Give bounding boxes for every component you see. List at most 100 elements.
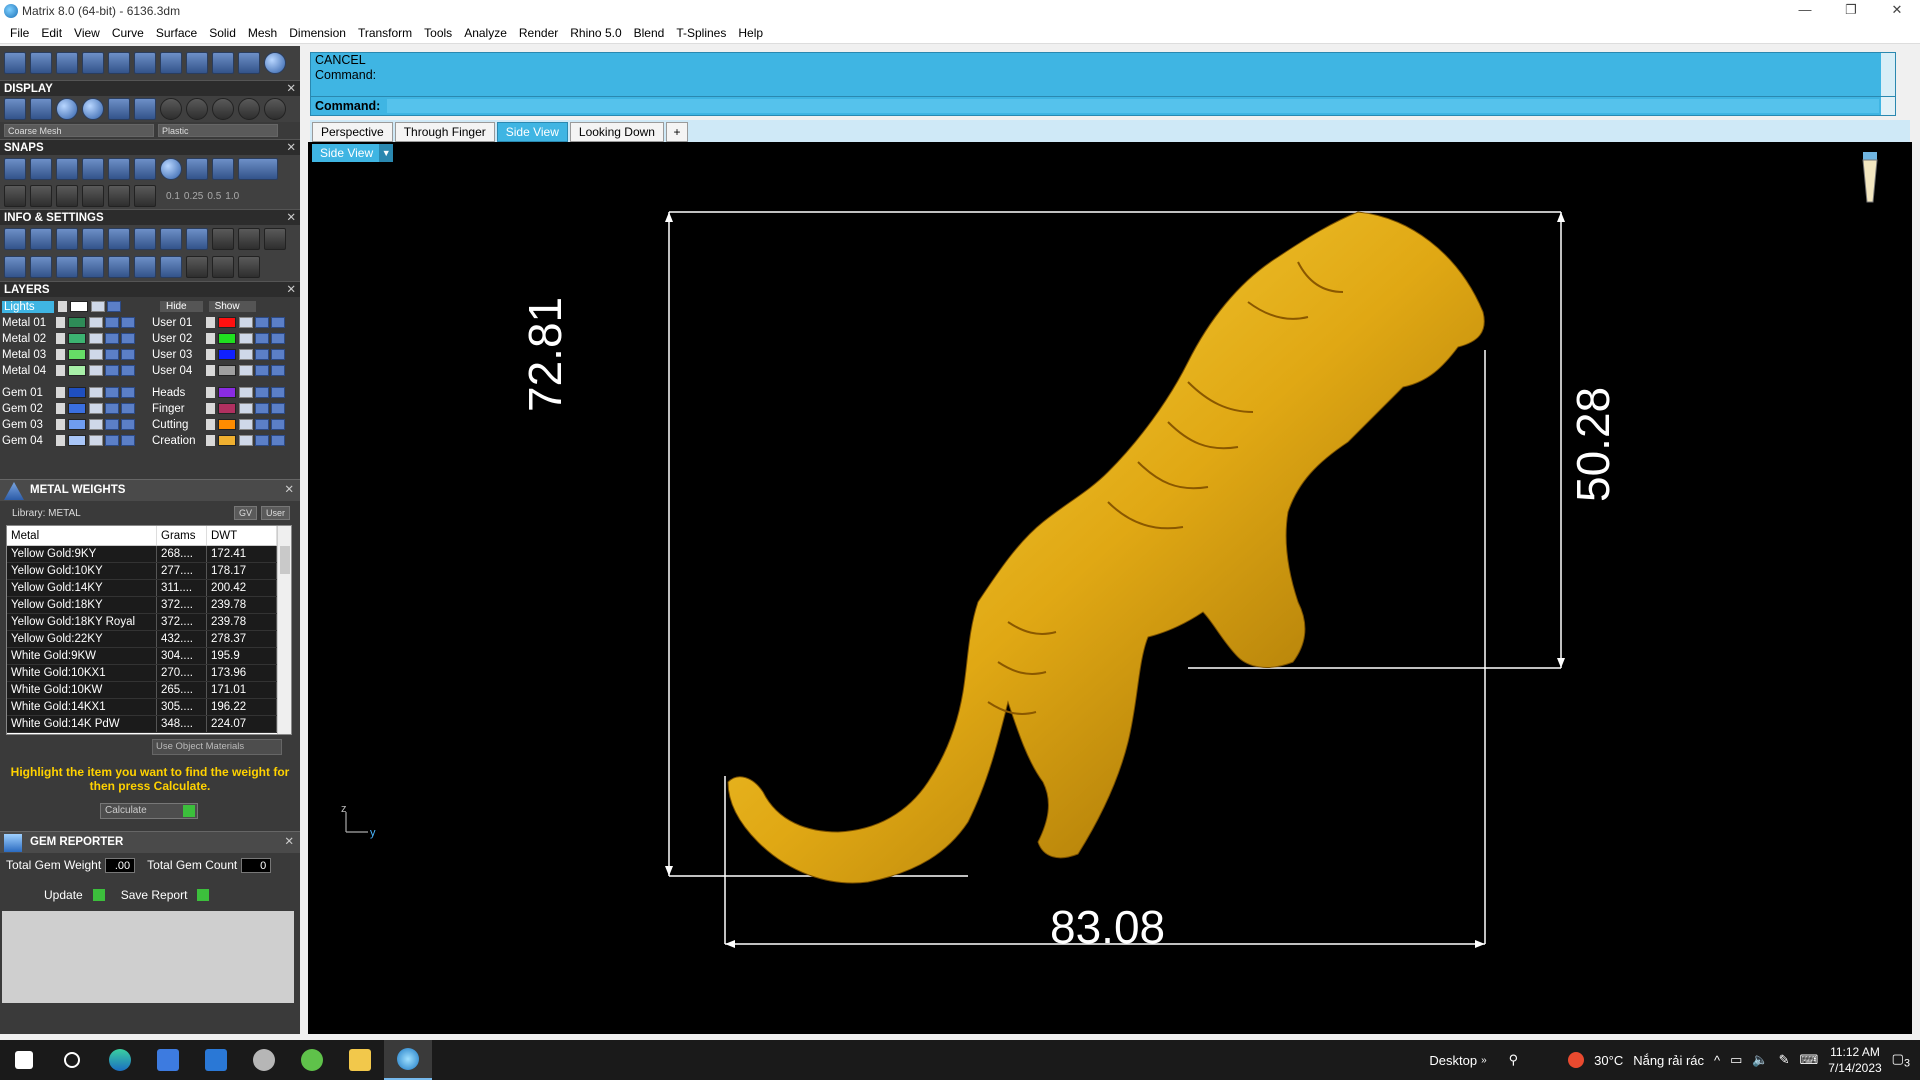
tool-a-icon[interactable] [212,228,234,250]
layer-name[interactable]: Metal 03 [2,349,56,361]
table-row[interactable]: Yellow Gold:10KY 277.... 178.17 [7,563,291,580]
layer-color-swatch[interactable] [218,435,236,446]
layer-name[interactable]: Gem 03 [2,419,56,431]
measure-icon[interactable] [134,228,156,250]
layer-row[interactable]: Gem 03 [2,417,137,432]
close-icon[interactable]: ✕ [286,81,296,97]
lock-icon[interactable] [89,333,103,344]
layer-row[interactable]: Cutting [152,417,287,432]
table-scrollbar[interactable] [277,526,291,734]
edit-icon[interactable] [160,228,182,250]
windows-start-icon[interactable] [0,1040,48,1080]
ortho-icon[interactable] [30,185,52,207]
table-row[interactable]: Yellow Gold:18KY 372.... 239.78 [7,597,291,614]
lock-icon[interactable] [89,387,103,398]
clock[interactable]: 11:12 AM 7/14/2023 [1828,1044,1881,1076]
network-icon[interactable]: ▭ [1730,1052,1742,1068]
notification-icon[interactable]: ▢3 [1892,1051,1910,1070]
layer-name[interactable]: Creation [152,435,206,447]
visibility-icon[interactable] [105,333,119,344]
arrow-icon[interactable] [56,419,65,430]
volume-icon[interactable]: 🔈 [1752,1052,1768,1068]
select-icon[interactable] [121,349,135,360]
snap-tan-icon[interactable] [186,158,208,180]
layer-color-swatch[interactable] [68,419,86,430]
copy-tool-icon[interactable] [134,52,156,74]
lock-icon[interactable] [89,403,103,414]
select-icon[interactable] [271,435,285,446]
arrow-icon[interactable] [58,301,67,312]
stack-icon[interactable] [56,256,78,278]
command-input[interactable] [387,99,1879,113]
tool-f-icon[interactable] [238,256,260,278]
use-object-materials-field[interactable]: Use Object Materials [152,739,282,755]
minimize-button[interactable]: — [1782,0,1828,22]
lock-icon[interactable] [89,349,103,360]
layer-row[interactable]: User 02 [152,331,287,346]
layer-row[interactable]: Gem 02 [2,401,137,416]
arrow-icon[interactable] [56,403,65,414]
layer-row[interactable]: Metal 02 [2,331,137,346]
planar-icon[interactable] [56,185,78,207]
select-icon[interactable] [271,403,285,414]
people-icon[interactable]: ⚲ [1509,1052,1519,1068]
layer-row[interactable]: Gem 04 [2,433,137,448]
select-icon[interactable] [271,419,285,430]
arrow-icon[interactable] [206,403,215,414]
menu-blend[interactable]: Blend [628,26,671,40]
menu-dimension[interactable]: Dimension [283,26,352,40]
layer-color-swatch[interactable] [218,419,236,430]
gv-toggle[interactable]: GV [233,506,257,520]
report-icon[interactable] [160,256,182,278]
hide-button[interactable]: Hide [160,301,203,312]
weather-text[interactable]: Nắng rải rác [1633,1053,1704,1068]
material-silver-icon[interactable] [186,98,208,120]
shaded-display-icon[interactable] [56,98,78,120]
table-row[interactable]: White Gold:9KW 304.... 195.9 [7,648,291,665]
calculate-field[interactable]: Calculate [100,803,198,819]
menu-file[interactable]: File [4,26,35,40]
layer-color-swatch[interactable] [68,333,86,344]
mail-icon[interactable] [192,1040,240,1080]
layer-row[interactable]: Heads [152,385,287,400]
ghosted-display-icon[interactable] [108,98,130,120]
layer-color-swatch[interactable] [68,403,86,414]
table-row[interactable]: Yellow Gold:9KY 268.... 172.41 [7,546,291,563]
update-button[interactable]: Update [40,887,107,903]
mesh-select[interactable]: Coarse Mesh [4,124,154,137]
layer-color-swatch[interactable] [218,349,236,360]
feather-app-icon[interactable] [240,1040,288,1080]
grid-display-icon[interactable] [4,98,26,120]
select-icon[interactable] [271,317,285,328]
visibility-icon[interactable] [105,317,119,328]
table-row[interactable]: Yellow Gold:18KY Royal 372.... 239.78 [7,614,291,631]
visibility-icon[interactable] [105,435,119,446]
menu-solid[interactable]: Solid [203,26,242,40]
menu-tsplines[interactable]: T-Splines [670,26,732,40]
layer-name[interactable]: Gem 02 [2,403,56,415]
lock-icon[interactable] [89,365,103,376]
layer-color-swatch[interactable] [68,387,86,398]
file-explorer-icon[interactable] [336,1040,384,1080]
close-icon[interactable]: ✕ [286,140,296,156]
menu-mesh[interactable]: Mesh [242,26,283,40]
store-icon[interactable] [144,1040,192,1080]
snap-cen-icon[interactable] [108,158,130,180]
xray-display-icon[interactable] [134,98,156,120]
menu-help[interactable]: Help [732,26,769,40]
layer-color-swatch[interactable] [218,365,236,376]
select-tool-icon[interactable] [4,52,26,74]
tool-e-icon[interactable] [212,256,234,278]
update-go-icon[interactable] [92,889,105,901]
tab-perspective[interactable]: Perspective [312,122,393,142]
material-chrome-icon[interactable] [264,98,286,120]
cylinder-icon[interactable] [82,256,104,278]
snap-near-icon[interactable] [30,158,52,180]
search-icon[interactable] [48,1040,96,1080]
snap-int-icon[interactable] [134,158,156,180]
arrow-icon[interactable] [56,387,65,398]
layer-name[interactable]: Cutting [152,419,206,431]
arrow-icon[interactable] [56,435,65,446]
arrow-icon[interactable] [56,333,65,344]
layer-row[interactable]: Metal 01 [2,315,137,330]
